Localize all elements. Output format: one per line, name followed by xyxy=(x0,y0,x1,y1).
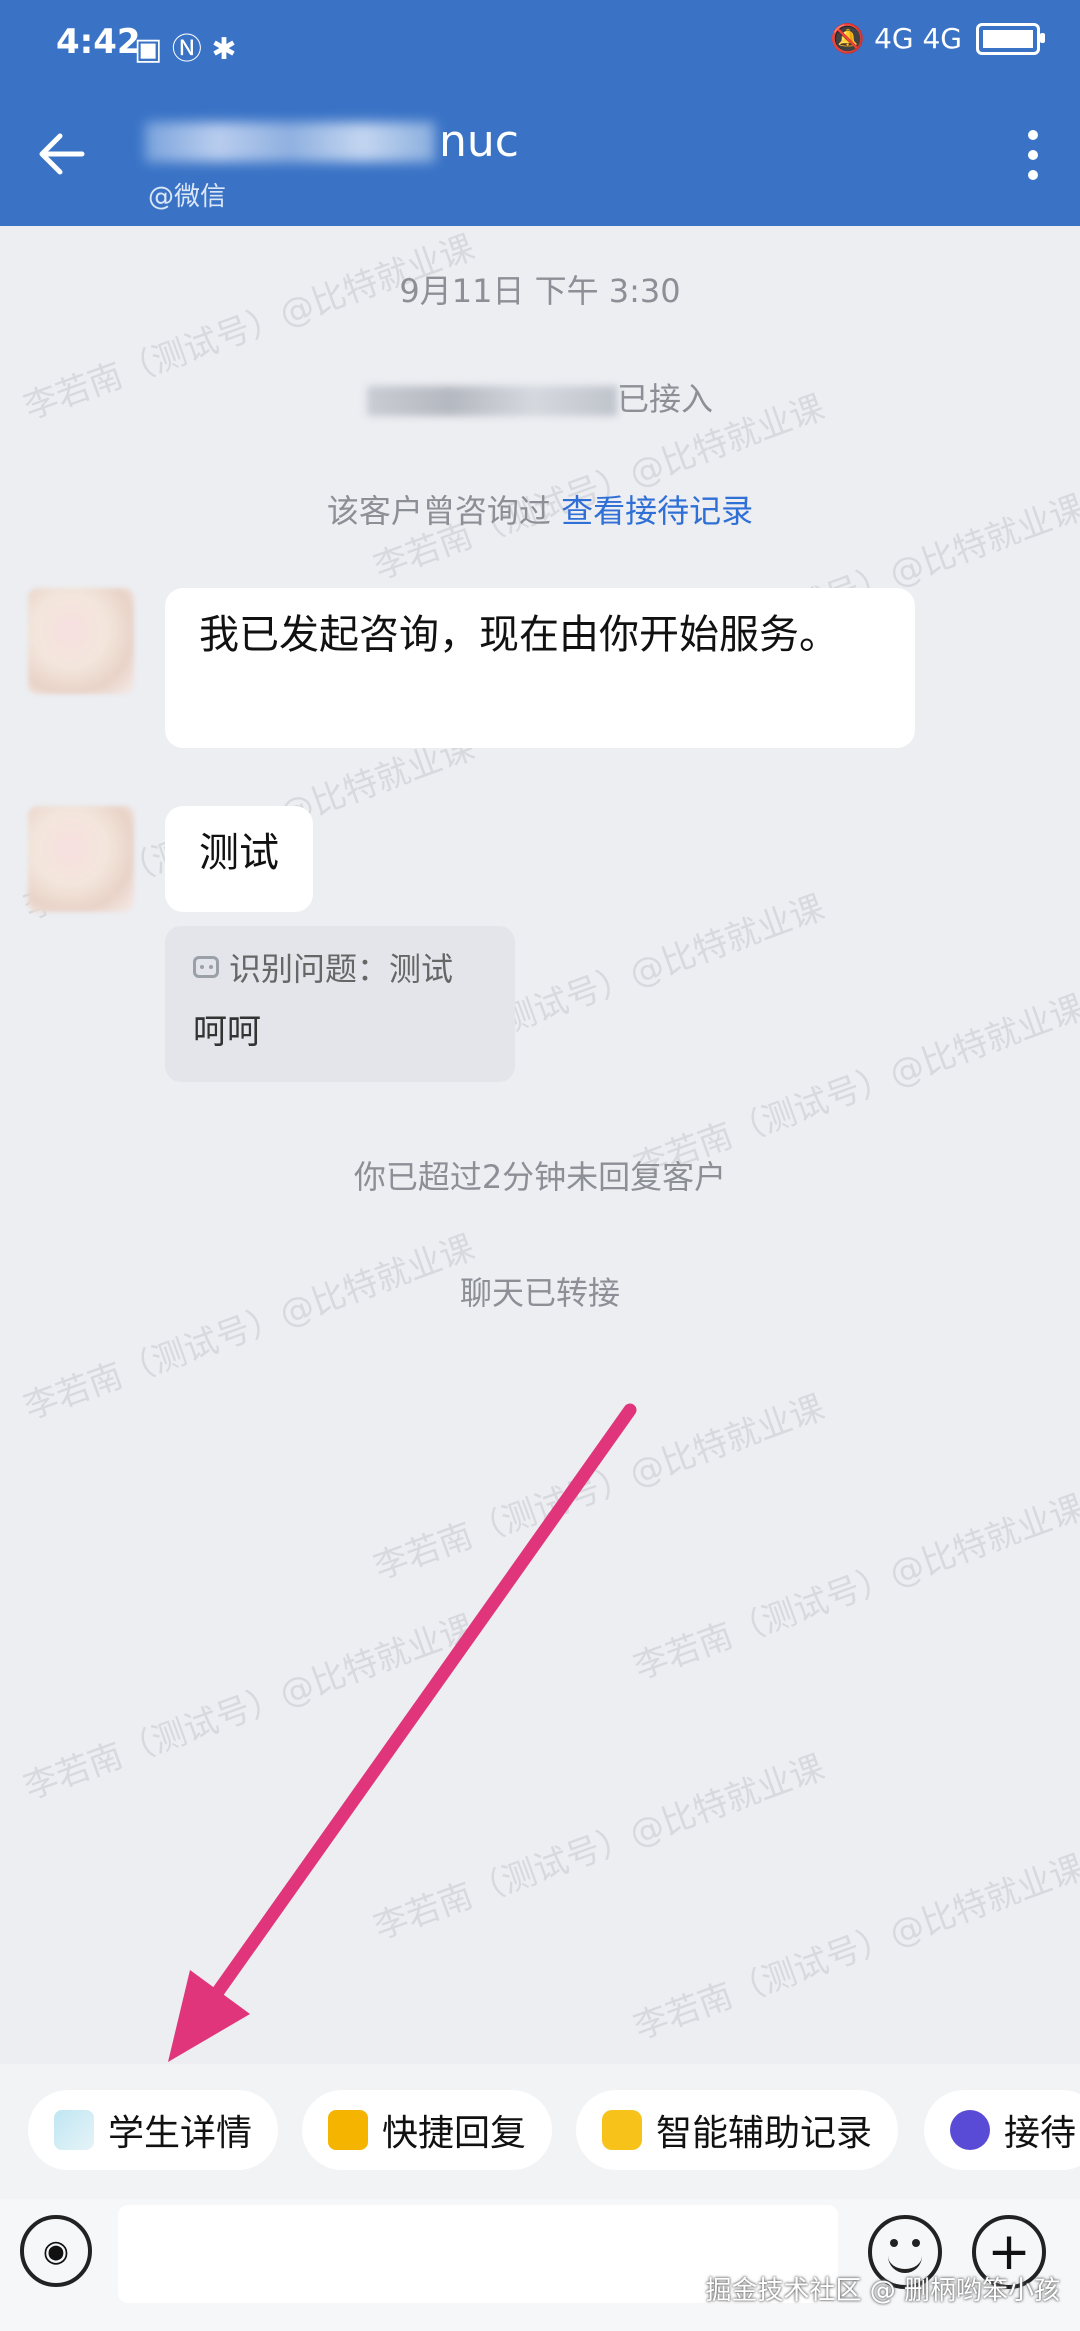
quick-reply-icon xyxy=(328,2110,368,2150)
identified-question: 识别问题：测试 xyxy=(229,950,454,988)
ai-assist-record-button[interactable]: 智能辅助记录 xyxy=(576,2090,899,2170)
agent-joined-note: 已接入 xyxy=(0,374,1080,420)
notification-icons: ▣ Ⓝ ✱ xyxy=(134,32,237,67)
channel-label: @微信 xyxy=(148,182,227,212)
message-timestamp: 9月11日 下午 3:30 xyxy=(399,272,681,310)
back-arrow-icon[interactable] xyxy=(32,124,92,184)
history-note: 该客户曾咨询过 查看接待记录 xyxy=(326,492,754,530)
reception-icon xyxy=(950,2110,990,2150)
watermark-text: 李若南（测试号）@比特就业课 xyxy=(368,1387,830,1588)
system-icons: 🔕 4G 4G xyxy=(830,22,1045,55)
watermark-text: 李若南（测试号）@比特就业课 xyxy=(18,1607,480,1808)
status-time: 4:42 xyxy=(56,22,141,62)
view-history-link[interactable]: 查看接待记录 xyxy=(561,492,753,530)
message-input-bar: ◉ + 掘金技术社区 @ 删柄哟笨小孩 xyxy=(0,2199,1080,2331)
voice-input-icon[interactable]: ◉ xyxy=(20,2215,92,2287)
status-bar: 4:42 ▣ Ⓝ ✱ 🔕 4G 4G xyxy=(0,0,1080,86)
chat-header: nuc @微信 xyxy=(0,86,1080,226)
watermark-text: 李若南（测试号）@比特就业课 xyxy=(628,1847,1080,2048)
battery-icon xyxy=(976,22,1045,55)
quick-reply-button[interactable]: 快捷回复 xyxy=(302,2090,553,2170)
student-details-button[interactable]: 学生详情 xyxy=(28,2090,279,2170)
source-watermark: 掘金技术社区 @ 删柄哟笨小孩 xyxy=(705,2276,1060,2306)
blurred-agent-name xyxy=(366,386,617,416)
transfer-note: 聊天已转接 xyxy=(459,1274,620,1312)
student-info-icon xyxy=(54,2110,94,2150)
watermark-text: 李若南（测试号）@比特就业课 xyxy=(18,1227,480,1428)
timeout-note: 你已超过2分钟未回复客户 xyxy=(353,1158,727,1196)
signal-icons: 🔕 4G 4G xyxy=(830,22,962,55)
more-menu-icon[interactable] xyxy=(1028,130,1040,190)
suggested-reply: 呵呵 xyxy=(193,1012,261,1052)
message-bubble: 我已发起咨询，现在由你开始服务。 xyxy=(165,588,915,748)
watermark-text: 李若南（测试号）@比特就业课 xyxy=(628,1487,1080,1688)
watermark-text: 李若南（测试号）@比特就业课 xyxy=(368,1747,830,1948)
blurred-customer-name xyxy=(145,121,435,162)
top-app-bar: 4:42 ▣ Ⓝ ✱ 🔕 4G 4G nuc @微信 xyxy=(0,0,1080,226)
ai-suggestion-card[interactable]: 识别问题：测试 呵呵 xyxy=(165,926,515,1082)
ai-assistant-icon xyxy=(602,2110,642,2150)
customer-avatar[interactable] xyxy=(28,806,134,912)
message-bubble: 测试 xyxy=(165,806,313,912)
chat-title: nuc xyxy=(145,116,519,167)
quick-actions-bar: 学生详情 快捷回复 智能辅助记录 接待 xyxy=(0,2064,1080,2199)
robot-icon xyxy=(193,956,219,978)
customer-avatar[interactable] xyxy=(28,588,134,694)
reception-button[interactable]: 接待 xyxy=(924,2090,1080,2170)
